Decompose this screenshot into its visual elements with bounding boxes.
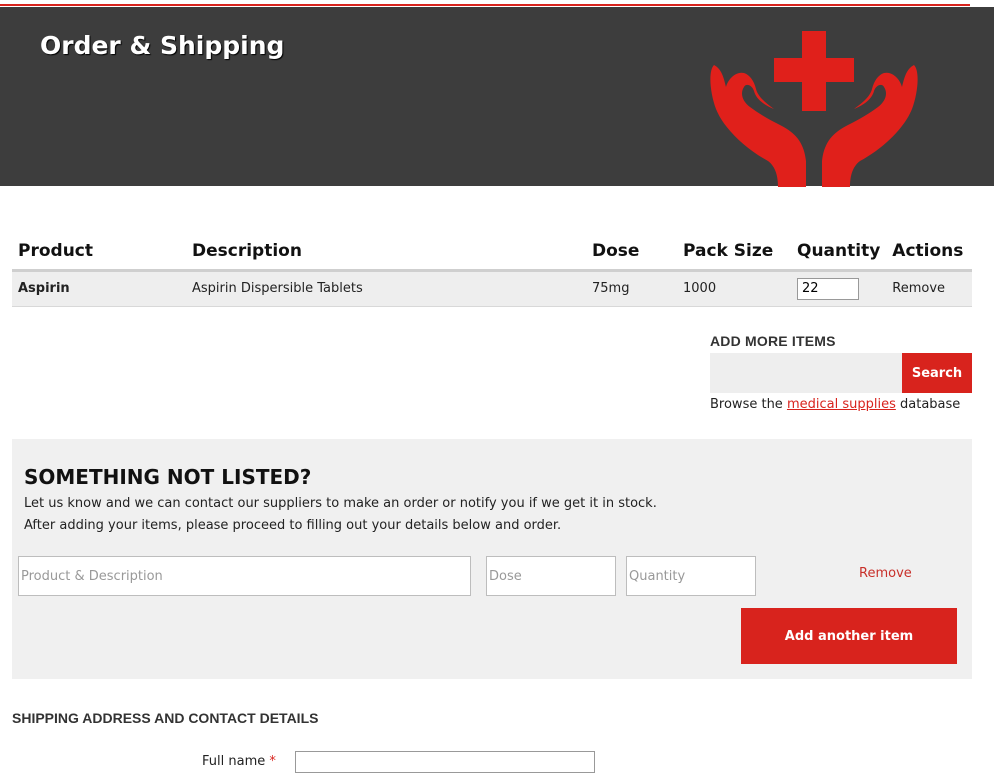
full-name-label: Full name * bbox=[202, 754, 276, 769]
quantity-input[interactable] bbox=[797, 277, 859, 300]
page-title: Order & Shipping bbox=[40, 31, 285, 60]
product-name: Aspirin bbox=[12, 270, 186, 307]
column-header-pack-size: Pack Size bbox=[677, 240, 791, 272]
column-header-dose: Dose bbox=[586, 240, 677, 272]
browse-prefix: Browse the bbox=[710, 397, 783, 412]
search-input[interactable] bbox=[710, 353, 902, 393]
dose-field[interactable] bbox=[486, 556, 616, 596]
search-bar: Search bbox=[710, 353, 972, 393]
full-name-label-text: Full name bbox=[202, 754, 266, 769]
browse-database-text: Browse the medical supplies database bbox=[710, 397, 960, 412]
table-row: Aspirin Aspirin Dispersible Tablets 75mg… bbox=[12, 270, 972, 307]
column-header-product: Product bbox=[12, 240, 186, 272]
required-marker: * bbox=[269, 754, 276, 769]
product-dose: 75mg bbox=[586, 270, 677, 307]
product-pack-size: 1000 bbox=[677, 270, 791, 307]
quantity-cell bbox=[791, 270, 887, 307]
add-more-items-heading: ADD MORE ITEMS bbox=[710, 333, 836, 349]
browse-suffix: database bbox=[900, 397, 961, 412]
add-more-items-panel: ADD MORE ITEMS Search Browse the medical… bbox=[710, 333, 972, 412]
product-description-field[interactable] bbox=[18, 556, 471, 596]
quantity-field[interactable] bbox=[626, 556, 756, 596]
not-listed-section: SOMETHING NOT LISTED? Let us know and we… bbox=[12, 439, 972, 679]
medical-supplies-link[interactable]: medical supplies bbox=[787, 397, 896, 412]
not-listed-description-2: After adding your items, please proceed … bbox=[24, 518, 562, 533]
column-header-actions: Actions bbox=[886, 240, 972, 272]
remove-item-link[interactable]: Remove bbox=[886, 270, 972, 307]
column-header-quantity: Quantity bbox=[791, 240, 887, 272]
search-button[interactable]: Search bbox=[902, 353, 972, 393]
product-description: Aspirin Dispersible Tablets bbox=[186, 270, 586, 307]
page-header-banner: Order & Shipping bbox=[0, 7, 994, 187]
hands-holding-cross-icon bbox=[710, 31, 918, 187]
not-listed-heading: SOMETHING NOT LISTED? bbox=[24, 465, 312, 489]
add-another-item-button[interactable]: Add another item bbox=[741, 608, 957, 664]
remove-unlisted-item-link[interactable]: Remove bbox=[859, 566, 912, 581]
table-header-row: Product Description Dose Pack Size Quant… bbox=[12, 240, 972, 272]
column-header-description: Description bbox=[186, 240, 586, 272]
not-listed-description-1: Let us know and we can contact our suppl… bbox=[24, 496, 657, 511]
full-name-input[interactable] bbox=[295, 751, 595, 773]
shipping-section-heading: SHIPPING ADDRESS AND CONTACT DETAILS bbox=[12, 710, 319, 726]
order-items-table: Product Description Dose Pack Size Quant… bbox=[12, 240, 972, 307]
top-accent-rule bbox=[0, 0, 970, 6]
